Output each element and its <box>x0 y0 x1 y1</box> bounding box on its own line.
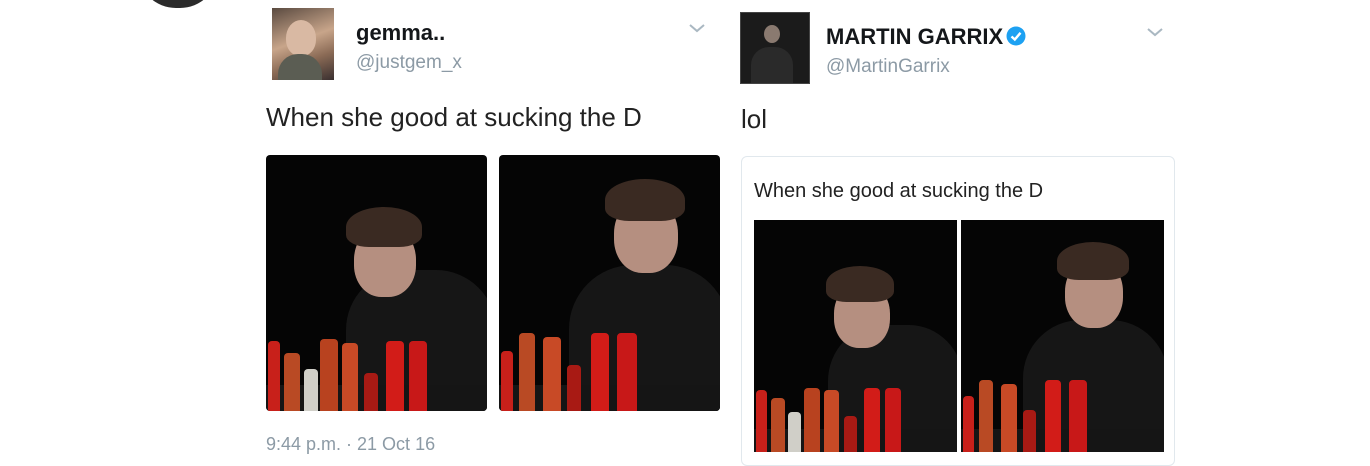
quoted-photo <box>754 220 957 452</box>
avatar[interactable] <box>272 8 334 80</box>
verified-badge-icon <box>1006 26 1026 46</box>
quoted-tweet-card[interactable]: When she good at sucking the D <box>741 156 1175 466</box>
quoted-photo <box>961 220 1164 452</box>
partial-avatar <box>138 0 218 8</box>
avatar[interactable] <box>740 12 810 84</box>
user-handle[interactable]: @justgem_x <box>356 52 462 74</box>
chevron-down-icon[interactable] <box>1146 26 1164 38</box>
chevron-down-icon[interactable] <box>688 22 706 34</box>
display-name[interactable]: MARTIN GARRIX <box>826 24 1026 50</box>
display-name[interactable]: gemma.. <box>356 20 445 46</box>
tweet-photo[interactable] <box>499 155 720 411</box>
quoted-tweet-text: When she good at sucking the D <box>754 180 1044 202</box>
timestamp[interactable]: 9:44 p.m. · 21 Oct 16 <box>266 434 435 455</box>
display-name-text: MARTIN GARRIX <box>826 24 1004 49</box>
user-handle[interactable]: @MartinGarrix <box>826 56 950 78</box>
tweet-text: When she good at sucking the D <box>266 102 642 132</box>
tweet-photo[interactable] <box>266 155 487 411</box>
tweet-text: lol <box>741 104 768 134</box>
